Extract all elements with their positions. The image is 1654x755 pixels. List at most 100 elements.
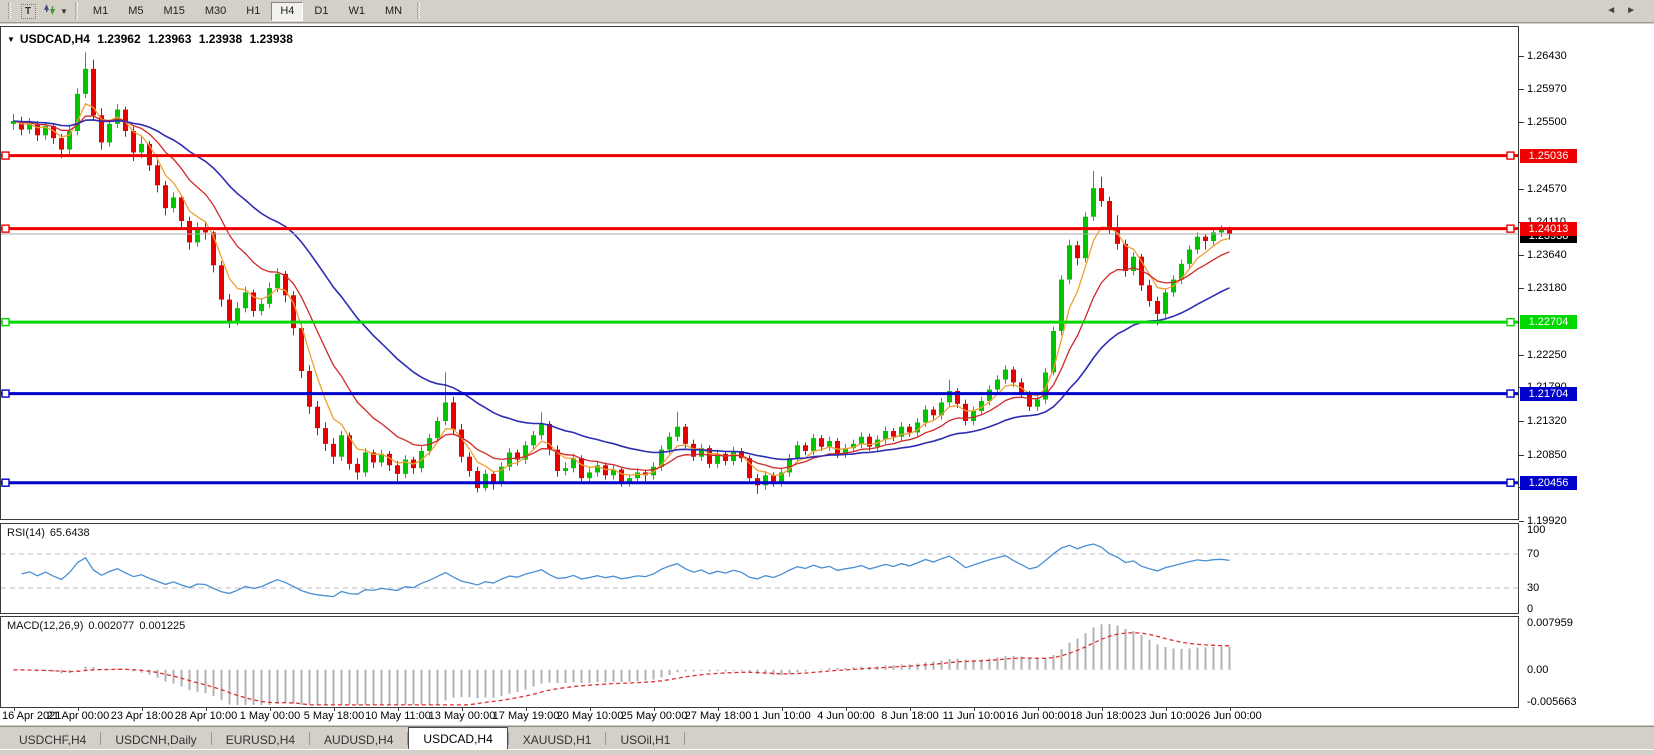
price-tick bbox=[1519, 455, 1524, 456]
time-axis-label: 27 May 18:00 bbox=[685, 710, 752, 722]
macd-indicator-label: MACD(12,26,9) 0.002077 0.001225 bbox=[7, 620, 190, 632]
time-axis-label: 20 May 10:00 bbox=[557, 710, 624, 722]
hline-price-label: 1.21704 bbox=[1520, 387, 1577, 401]
tab-scroll-left-icon[interactable]: ◄ bbox=[1606, 5, 1626, 16]
time-axis-label: 23 Jun 10:00 bbox=[1134, 710, 1198, 722]
rsi-canvas[interactable] bbox=[1, 524, 1518, 613]
rsi-pane[interactable] bbox=[0, 523, 1519, 614]
tab-USOil-H1[interactable]: USOil,H1 bbox=[606, 730, 684, 749]
hline-price-label: 1.25036 bbox=[1520, 149, 1577, 163]
price-tick bbox=[1519, 122, 1524, 123]
price-tick bbox=[1519, 421, 1524, 422]
price-tick-label: 1.23640 bbox=[1527, 249, 1567, 261]
mt4-window: T ▼ M1M5M15M30H1H4D1W1MN ▼ USDCAD,H4 1.23… bbox=[0, 0, 1654, 755]
price-tick-label: 1.25500 bbox=[1527, 116, 1567, 128]
macd-name: MACD(12,26,9) bbox=[7, 620, 83, 632]
status-strip bbox=[0, 749, 1654, 755]
price-tick-label: 1.21320 bbox=[1527, 415, 1567, 427]
tab-USDCNH-Daily[interactable]: USDCNH,Daily bbox=[101, 730, 210, 749]
price-chart-canvas[interactable] bbox=[1, 27, 1518, 519]
timeframe-H4[interactable]: H4 bbox=[271, 2, 303, 21]
price-tick bbox=[1519, 189, 1524, 190]
rsi-scale-label: 0 bbox=[1527, 603, 1533, 615]
timeframe-buttons: M1M5M15M30H1H4D1W1MN bbox=[83, 2, 412, 21]
rsi-value: 65.6438 bbox=[50, 527, 90, 539]
hline-price-label: 1.24013 bbox=[1520, 222, 1577, 236]
price-tick-label: 1.20850 bbox=[1527, 449, 1567, 461]
rsi-name: RSI(14) bbox=[7, 527, 45, 539]
ohlc-low: 1.23938 bbox=[199, 32, 242, 46]
price-chart-pane[interactable] bbox=[0, 26, 1519, 520]
macd-scale-label: 0.00 bbox=[1527, 664, 1548, 676]
ohlc-close: 1.23938 bbox=[249, 32, 292, 46]
hline-price-label: 1.20456 bbox=[1520, 476, 1577, 490]
macd-canvas[interactable] bbox=[1, 617, 1518, 707]
timeframe-M5[interactable]: M5 bbox=[119, 2, 152, 21]
price-tick bbox=[1519, 355, 1524, 356]
macd-main-value: 0.002077 bbox=[88, 620, 134, 632]
chevron-down-icon: ▼ bbox=[60, 7, 68, 16]
time-axis-label: 8 Jun 18:00 bbox=[881, 710, 939, 722]
timeframe-M30[interactable]: M30 bbox=[196, 2, 235, 21]
price-tick-label: 1.25970 bbox=[1527, 83, 1567, 95]
tab-scroll-arrows: ◄► bbox=[1606, 5, 1646, 16]
price-tick-label: 1.23180 bbox=[1527, 282, 1567, 294]
time-axis-label: 13 May 00:00 bbox=[429, 710, 496, 722]
time-axis-label: 28 Apr 10:00 bbox=[175, 710, 237, 722]
macd-scale-label: 0.007959 bbox=[1527, 617, 1573, 629]
time-axis-label: 17 May 19:00 bbox=[493, 710, 560, 722]
chart-info-line: ▼USDCAD,H4 1.23962 1.23963 1.23938 1.239… bbox=[7, 32, 297, 46]
rsi-indicator-label: RSI(14) 65.6438 bbox=[7, 527, 95, 539]
time-axis-label: 11 Jun 10:00 bbox=[943, 710, 1006, 722]
collapse-triangle-icon[interactable]: ▼ bbox=[7, 35, 15, 44]
time-axis-label: 1 May 00:00 bbox=[240, 710, 301, 722]
tab-separator bbox=[684, 732, 685, 745]
chart-tab-bar: USDCHF,H4USDCNH,DailyEURUSD,H4AUDUSD,H4U… bbox=[0, 726, 1654, 749]
toolbar-grip[interactable] bbox=[417, 3, 420, 19]
text-tool-icon: T bbox=[21, 4, 36, 19]
macd-scale-label: -0.005663 bbox=[1527, 696, 1577, 708]
time-axis-label: 25 May 00:00 bbox=[621, 710, 688, 722]
time-axis-label: 16 Jun 00:00 bbox=[1006, 710, 1070, 722]
time-axis-label: 23 Apr 18:00 bbox=[111, 710, 173, 722]
arrows-objects-button[interactable]: ▼ bbox=[41, 2, 69, 21]
timeframe-D1[interactable]: D1 bbox=[305, 2, 337, 21]
tab-XAUUSD-H1[interactable]: XAUUSD,H1 bbox=[509, 730, 606, 749]
price-tick bbox=[1519, 255, 1524, 256]
price-tick-label: 1.22250 bbox=[1527, 349, 1567, 361]
timeframe-M1[interactable]: M1 bbox=[84, 2, 117, 21]
price-tick-label: 1.24570 bbox=[1527, 183, 1567, 195]
toolbar: T ▼ M1M5M15M30H1H4D1W1MN bbox=[0, 0, 1654, 23]
symbol-period: USDCAD,H4 bbox=[20, 32, 90, 46]
tab-AUDUSD-H4[interactable]: AUDUSD,H4 bbox=[310, 730, 407, 749]
time-axis-label: 18 Jun 18:00 bbox=[1070, 710, 1134, 722]
timeframe-MN[interactable]: MN bbox=[376, 2, 411, 21]
price-tick bbox=[1519, 89, 1524, 90]
time-axis-label: 5 May 18:00 bbox=[304, 710, 365, 722]
timeframe-H1[interactable]: H1 bbox=[237, 2, 269, 21]
time-axis-label: 4 Jun 00:00 bbox=[817, 710, 875, 722]
time-axis-label: 10 May 11:00 bbox=[365, 710, 431, 722]
tab-EURUSD-H4[interactable]: EURUSD,H4 bbox=[212, 730, 309, 749]
macd-pane[interactable] bbox=[0, 616, 1519, 708]
price-tick-label: 1.26430 bbox=[1527, 50, 1567, 62]
macd-signal-value: 0.001225 bbox=[139, 620, 185, 632]
toolbar-grip[interactable] bbox=[8, 3, 11, 19]
price-tick bbox=[1519, 56, 1524, 57]
tab-scroll-right-icon[interactable]: ► bbox=[1626, 5, 1646, 16]
tab-USDCAD-H4[interactable]: USDCAD,H4 bbox=[408, 727, 507, 749]
timeframe-M15[interactable]: M15 bbox=[154, 2, 193, 21]
price-tick bbox=[1519, 521, 1524, 522]
arrows-icon bbox=[42, 2, 57, 20]
time-axis-label: 26 Jun 00:00 bbox=[1198, 710, 1262, 722]
time-axis: 16 Apr 202121 Apr 00:0023 Apr 18:0028 Ap… bbox=[0, 708, 1654, 725]
price-tick bbox=[1519, 288, 1524, 289]
toolbar-grip[interactable] bbox=[75, 3, 78, 19]
rsi-scale-label: 100 bbox=[1527, 524, 1545, 536]
ohlc-high: 1.23963 bbox=[148, 32, 191, 46]
tab-USDCHF-H4[interactable]: USDCHF,H4 bbox=[5, 730, 100, 749]
rsi-scale-label: 30 bbox=[1527, 582, 1539, 594]
timeframe-W1[interactable]: W1 bbox=[339, 2, 374, 21]
text-tool-button[interactable]: T bbox=[17, 2, 39, 21]
time-axis-label: 1 Jun 10:00 bbox=[753, 710, 811, 722]
